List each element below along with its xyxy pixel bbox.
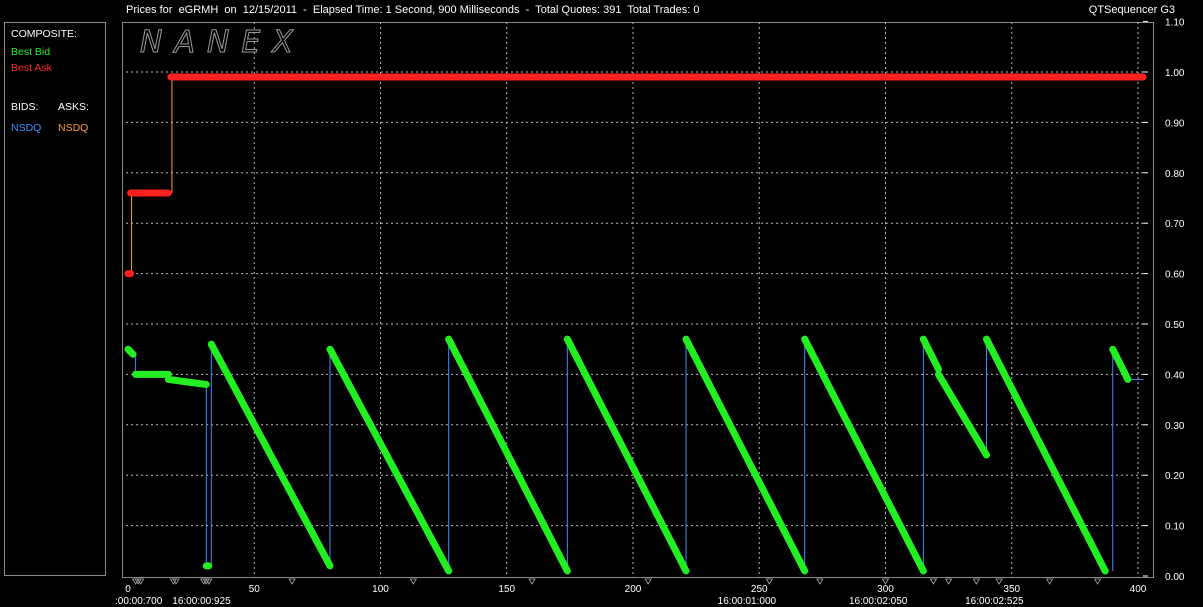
best-bid-segment	[682, 335, 809, 575]
axis-marker	[972, 578, 981, 585]
y-tick-label: 0.60	[1165, 270, 1185, 281]
axis-marker	[816, 578, 824, 585]
x-tick-label: 250	[751, 584, 768, 595]
y-tick-label: 1.10	[1165, 18, 1185, 29]
x-tick-label: 0	[125, 584, 131, 595]
best-bid-segment	[801, 335, 927, 575]
best-bid-segment	[207, 340, 334, 570]
best-bid-segment	[1109, 345, 1132, 383]
y-tick-label: 0.50	[1165, 320, 1185, 331]
y-tick-label: 1.00	[1165, 68, 1185, 79]
x-tick-label: 150	[498, 584, 515, 595]
y-tick-label: 0.70	[1165, 219, 1185, 230]
y-tick-label: 0.10	[1165, 522, 1185, 533]
y-tick-label: 0.30	[1165, 421, 1185, 432]
axis-marker	[644, 578, 652, 585]
time-label: 16:00:02:525	[965, 596, 1024, 607]
best-bid-segment	[164, 375, 210, 388]
best-bid-segment	[124, 345, 137, 358]
y-tick-label: 0.00	[1165, 572, 1185, 583]
time-label: 16:00:02:050	[849, 596, 908, 607]
time-label: :00:00:700	[115, 596, 163, 607]
x-tick-label: 200	[625, 584, 642, 595]
axis-marker	[409, 578, 418, 585]
axis-marker	[1045, 578, 1054, 585]
time-label: 16:00:01:000	[718, 596, 777, 607]
y-tick-label: 0.40	[1165, 370, 1185, 381]
best-bid-segment	[445, 335, 571, 575]
y-tick-label: 0.90	[1165, 118, 1185, 129]
axis-marker	[1093, 578, 1102, 585]
best-bid-segment	[919, 335, 943, 373]
y-tick-label: 0.80	[1165, 169, 1185, 180]
best-bid-segment	[983, 335, 1109, 575]
x-tick-label: 400	[1130, 584, 1147, 595]
axis-marker	[929, 578, 938, 585]
best-bid-segment	[935, 370, 990, 459]
x-tick-label: 50	[249, 584, 261, 595]
time-label: 16:00:00:925	[172, 596, 231, 607]
axis-marker	[944, 578, 953, 585]
watermark: NANEX	[140, 25, 305, 60]
x-tick-label: 350	[1003, 584, 1020, 595]
x-tick-label: 300	[877, 584, 894, 595]
y-tick-label: 0.20	[1165, 471, 1185, 482]
best-bid-segment	[563, 335, 690, 575]
price-chart: NANEX 0.00 0.10 0.20 0.30 0.40 0.50 0.60 0.70 0.…	[115, 18, 1185, 607]
best-bid-segment	[326, 345, 453, 575]
axis-marker	[995, 578, 1003, 585]
axis-marker	[528, 578, 536, 585]
axis-marker	[288, 578, 296, 585]
x-tick-label: 100	[372, 584, 389, 595]
